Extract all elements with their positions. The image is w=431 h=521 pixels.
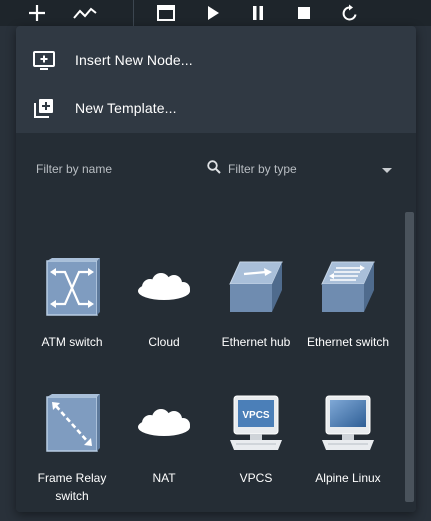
ethernet-switch-icon [321,261,375,312]
node-label: Frame Relay switch [37,471,107,503]
alpine-linux-computer-icon [322,395,374,450]
node-label: NAT [152,471,176,485]
search-icon[interactable] [207,160,221,174]
node-label: VPCS [239,471,273,485]
ethernet-hub-icon [229,261,283,312]
filter-by-name-placeholder: Filter by name [36,162,113,176]
console-window-icon[interactable] [151,0,181,26]
library-add-icon [34,99,53,118]
filter-by-type-select[interactable]: Filter by type [228,157,396,181]
reload-icon[interactable] [335,0,365,26]
node-label: ATM switch [41,335,103,349]
nat-cloud-icon [138,409,190,436]
play-icon[interactable] [198,0,228,26]
toolbar-divider [133,0,134,26]
vpcs-screen-text: VPCS [242,410,270,421]
stop-icon[interactable] [289,0,319,26]
node-label: Ethernet hub [221,335,291,349]
activity-icon[interactable] [70,0,100,26]
chevron-down-icon [382,168,392,173]
frame-relay-switch-icon [46,394,100,452]
toolbar [0,0,431,26]
insert-new-node-label: Insert New Node... [75,52,193,68]
node-label: Cloud [148,335,180,349]
node-label: Ethernet switch [306,335,390,349]
pause-icon[interactable] [243,0,273,26]
node-grid: ATM switch Cloud Ethernet hub Ethernet s… [16,202,416,512]
add-node-panel: Insert New Node... New Template... Filte… [16,26,416,512]
filter-bar: Filter by name Filter by type [16,133,416,202]
new-template-item[interactable]: New Template... [16,84,416,132]
insert-new-node-item[interactable]: Insert New Node... [16,36,416,84]
monitor-add-icon [33,51,55,70]
vpcs-computer-icon: VPCS [230,395,282,450]
cloud-icon [138,273,190,300]
node-label: Alpine Linux [315,471,381,485]
filter-by-name-input[interactable]: Filter by name [36,157,221,181]
scrollbar[interactable] [405,212,414,502]
new-template-label: New Template... [75,100,177,116]
filter-by-type-placeholder: Filter by type [228,162,297,176]
atm-switch-icon [46,258,100,316]
add-icon[interactable] [22,0,52,26]
